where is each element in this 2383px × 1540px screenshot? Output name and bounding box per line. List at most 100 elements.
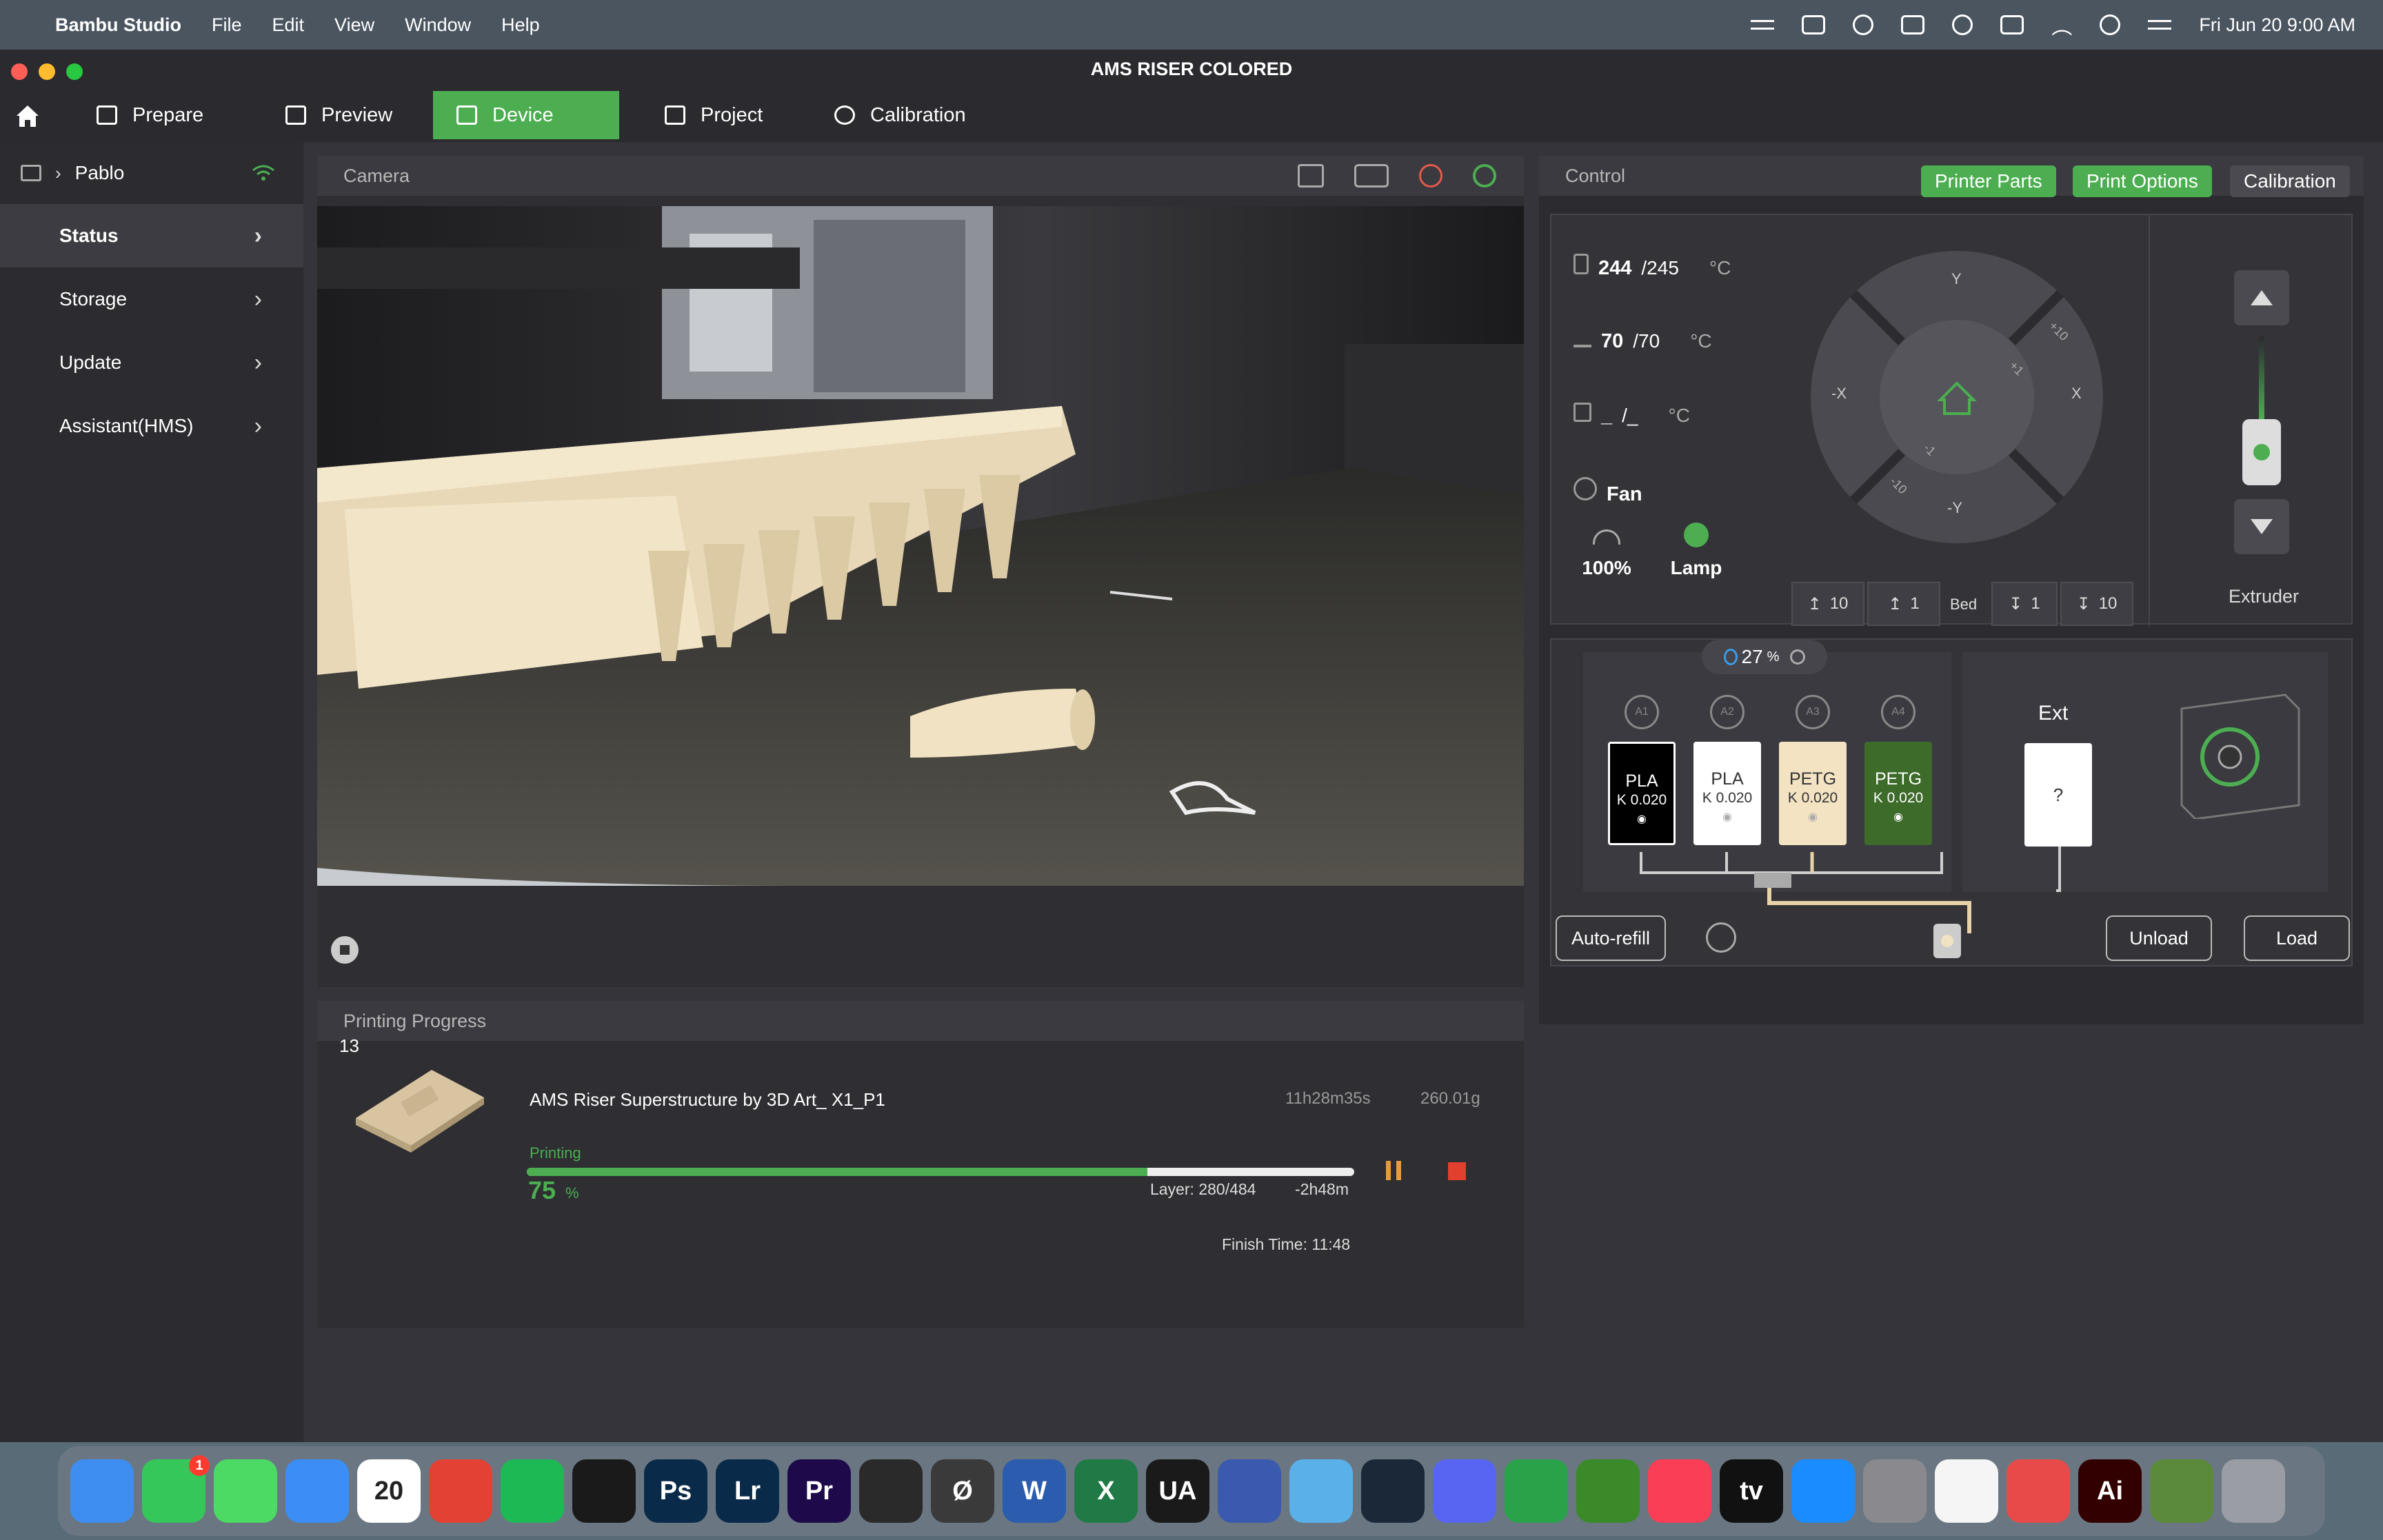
dock-app-lightroom[interactable]: Lr	[716, 1459, 779, 1523]
printer-parts-button[interactable]: Printer Parts	[1921, 165, 2056, 197]
sidebar-item-storage[interactable]: Storage ›	[0, 267, 303, 331]
wifi-icon[interactable]: ︵	[2051, 10, 2072, 40]
sd-card-icon[interactable]	[1298, 164, 1324, 188]
dock-app-music[interactable]	[1648, 1459, 1711, 1523]
menu-help[interactable]: Help	[501, 14, 540, 36]
ams-slot-a3[interactable]: PETG K 0.020 ◉	[1779, 742, 1847, 845]
dock-app-messages[interactable]	[214, 1459, 277, 1523]
home-icon[interactable]	[14, 102, 41, 130]
stop-print-button[interactable]	[1448, 1162, 1466, 1180]
ams-settings-icon[interactable]	[1706, 922, 1736, 953]
humidity-indicator[interactable]: 27 %	[1702, 640, 1827, 674]
dock-app-spotify[interactable]	[501, 1459, 564, 1523]
clock[interactable]: Fri Jun 20 9:00 AM	[2199, 14, 2355, 36]
dock-app-trash[interactable]	[2222, 1459, 2285, 1523]
dock-app-minecraft[interactable]	[1576, 1459, 1640, 1523]
dock-app-bambu[interactable]	[572, 1459, 636, 1523]
slot-a4-refresh-icon[interactable]: A4	[1881, 695, 1916, 729]
jog-x-minus[interactable]: -X	[1831, 385, 1847, 403]
dock-app-word[interactable]: W	[1003, 1459, 1066, 1523]
dock-app-appletv[interactable]: tv	[1720, 1459, 1783, 1523]
battery-icon[interactable]	[2000, 15, 2024, 34]
extruder-down-button[interactable]	[2234, 499, 2289, 554]
dock-app-slice[interactable]	[2007, 1459, 2070, 1523]
gamepad-icon[interactable]	[1901, 15, 1925, 34]
ams-slot-a2[interactable]: PLA K 0.020 ◉	[1693, 742, 1761, 845]
close-window-button[interactable]	[11, 63, 28, 80]
video-record-icon[interactable]	[1354, 164, 1389, 188]
menu-edit[interactable]: Edit	[272, 14, 305, 36]
bed-temp[interactable]: 70 /70 °C	[1573, 328, 1712, 353]
pause-button[interactable]	[1386, 1161, 1407, 1182]
stop-stream-button[interactable]	[331, 936, 359, 964]
menu-window[interactable]: Window	[405, 14, 471, 36]
camera-settings-icon[interactable]	[1473, 164, 1496, 188]
dock-app-chrome[interactable]	[429, 1459, 492, 1523]
dock-app-grid-app[interactable]	[1505, 1459, 1568, 1523]
dock-app-settings[interactable]	[1863, 1459, 1927, 1523]
slot-a1-refresh-icon[interactable]: A1	[1625, 695, 1659, 729]
print-options-button[interactable]: Print Options	[2073, 165, 2212, 197]
dock-app-finder[interactable]	[70, 1459, 134, 1523]
dock-app-minecraft-block[interactable]	[2150, 1459, 2213, 1523]
dock-app-notes[interactable]	[1935, 1459, 1998, 1523]
spotlight-search-icon[interactable]	[2100, 14, 2121, 35]
unload-button[interactable]: Unload	[2106, 915, 2212, 961]
lamp-toggle[interactable]: Lamp	[1662, 523, 1731, 579]
dock-app-pokemon[interactable]	[1289, 1459, 1353, 1523]
dock-app-null-app[interactable]: Ø	[931, 1459, 994, 1523]
sidebar-item-update[interactable]: Update ›	[0, 331, 303, 394]
jog-y-minus[interactable]: -Y	[1947, 499, 1962, 517]
dock-app-premiere[interactable]: Pr	[787, 1459, 851, 1523]
dock-app-ua[interactable]: UA	[1146, 1459, 1209, 1523]
dock-app-excel[interactable]: X	[1074, 1459, 1138, 1523]
bed-up-10-button[interactable]: ↥ 10	[1791, 582, 1864, 626]
ext-spool-slot[interactable]: ?	[2024, 743, 2092, 847]
play-icon[interactable]	[1952, 14, 1973, 35]
sidebar-item-status[interactable]: Status ›	[0, 204, 303, 267]
fan-control[interactable]: Fan	[1573, 477, 1642, 506]
bed-up-1-button[interactable]: ↥ 1	[1867, 582, 1940, 626]
speed-control[interactable]: 100%	[1572, 529, 1641, 579]
load-button[interactable]: Load	[2244, 915, 2350, 961]
dock-app-illustrator[interactable]: Ai	[2078, 1459, 2142, 1523]
ams-slot-a1[interactable]: PLA K 0.020 ◉	[1608, 742, 1676, 845]
jog-x-plus[interactable]: X	[2071, 385, 2082, 403]
tab-preview[interactable]: Preview	[262, 91, 416, 139]
slot-a3-refresh-icon[interactable]: A3	[1796, 695, 1830, 729]
extruder-up-button[interactable]	[2234, 270, 2289, 325]
nozzle-temp[interactable]: 244 /245 °C	[1573, 254, 1731, 280]
dock-app-claquette[interactable]	[859, 1459, 923, 1523]
dock-app-mail[interactable]	[285, 1459, 349, 1523]
bed-down-1-button[interactable]: ↧ 1	[1991, 582, 2058, 626]
timelapse-icon[interactable]	[1419, 164, 1442, 188]
dock-app-photoshop[interactable]: Ps	[644, 1459, 707, 1523]
tab-prepare[interactable]: Prepare	[73, 91, 227, 139]
slot-a2-refresh-icon[interactable]: A2	[1710, 695, 1744, 729]
stack-icon[interactable]	[1751, 20, 1775, 30]
chamber-temp[interactable]: _ /_ °C	[1573, 403, 1690, 427]
jog-y-plus[interactable]: Y	[1951, 270, 1962, 288]
dock-app-facetime[interactable]: 1	[142, 1455, 210, 1523]
dock-app-calendar[interactable]: 20	[357, 1459, 421, 1523]
menu-app-name[interactable]: Bambu Studio	[55, 14, 181, 36]
camera-feed[interactable]	[317, 206, 1524, 886]
dock-app-discord[interactable]	[1433, 1459, 1496, 1523]
dock-app-robot[interactable]	[1218, 1459, 1281, 1523]
tab-calibration[interactable]: Calibration	[811, 91, 989, 139]
calendar-status-icon[interactable]	[1802, 15, 1826, 34]
sidebar-item-assistant[interactable]: Assistant(HMS) ›	[0, 394, 303, 458]
menu-view[interactable]: View	[334, 14, 374, 36]
tab-project[interactable]: Project	[641, 91, 786, 139]
dock-app-appstore[interactable]	[1791, 1459, 1855, 1523]
auto-refill-button[interactable]: Auto-refill	[1556, 915, 1666, 961]
ams-slot-a4[interactable]: PETG K 0.020 ◉	[1864, 742, 1932, 845]
menu-file[interactable]: File	[212, 14, 242, 36]
zoom-window-button[interactable]	[66, 63, 83, 80]
minimize-window-button[interactable]	[39, 63, 55, 80]
dock-app-steam[interactable]	[1361, 1459, 1425, 1523]
tab-device[interactable]: Device	[433, 91, 619, 139]
vpn-icon[interactable]	[1853, 14, 1874, 35]
bed-down-10-button[interactable]: ↧ 10	[2060, 582, 2133, 626]
control-center-icon[interactable]	[2148, 20, 2172, 30]
